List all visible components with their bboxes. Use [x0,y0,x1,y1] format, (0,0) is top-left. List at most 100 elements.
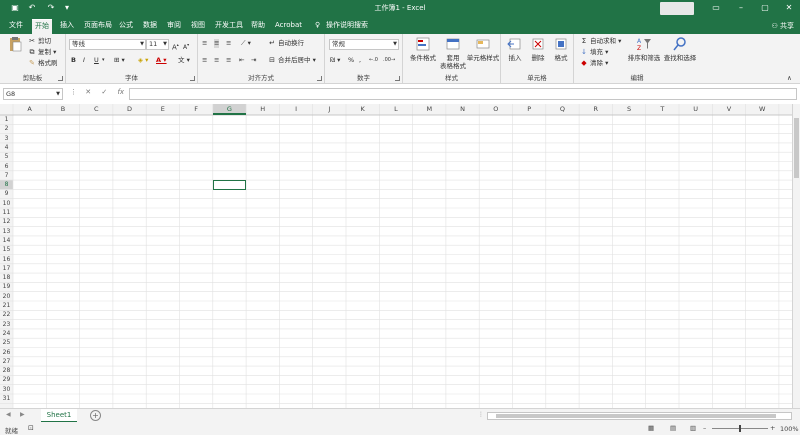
column-header-f[interactable]: F [180,104,213,115]
wrap-text-button[interactable]: ↵ 自动换行 [268,39,304,48]
row-header-31[interactable]: 31 [0,394,13,403]
maximize-icon[interactable]: ▢ [759,2,771,14]
tab-formulas[interactable]: 公式 [116,19,136,34]
decrease-font-icon[interactable]: A▾ [183,40,189,52]
font-size-select[interactable]: 11 ▼ [146,39,169,50]
bold-button[interactable]: B [71,56,76,65]
column-header-r[interactable]: R [579,104,612,115]
row-header-27[interactable]: 27 [0,357,13,366]
row-header-5[interactable]: 5 [0,152,13,161]
zoom-in-icon[interactable]: + [770,424,775,432]
column-header-h[interactable]: H [246,104,279,115]
column-header-e[interactable]: E [146,104,179,115]
sort-filter-button[interactable]: AZ 排序和筛选 [626,36,662,62]
column-header-c[interactable]: C [80,104,113,115]
conditional-formatting-button[interactable]: 条件格式 [405,36,441,62]
font-name-select[interactable]: 等线 ▼ [69,39,146,50]
fill-color-icon[interactable]: ◈ ▾ [138,56,148,65]
delete-cells-button[interactable]: 删除 [528,36,548,62]
minimize-icon[interactable]: – [735,2,747,14]
row-header-21[interactable]: 21 [0,301,13,310]
font-launcher-icon[interactable] [190,76,195,81]
find-select-button[interactable]: 查找和选择 [661,36,699,62]
active-cell[interactable] [212,180,247,191]
row-header-10[interactable]: 10 [0,199,13,208]
ribbon-display-options-icon[interactable]: ▭ [710,2,722,14]
page-layout-view-icon[interactable]: ▤ [670,424,676,432]
format-painter-button[interactable]: ✎ 格式刷 [28,59,57,68]
autosum-button[interactable]: Σ 自动求和 ▾ [580,37,622,46]
macro-record-icon[interactable]: ⊡ [28,424,34,432]
tell-me-icon[interactable]: ♀ [312,19,323,34]
insert-function-icon[interactable]: fx [117,88,124,96]
accounting-icon[interactable]: ₪ ▾ [330,56,340,65]
row-header-17[interactable]: 17 [0,264,13,273]
share-button[interactable]: ⚇ 共享 [771,21,794,31]
collapse-ribbon-icon[interactable]: ∧ [787,74,792,83]
row-header-9[interactable]: 9 [0,189,13,198]
spreadsheet-grid[interactable]: ABCDEFGHIJKLMNOPQRSTUVW 1 2 3 4 5 6 7 8 9 10 11 12 1… [0,104,800,408]
column-header-v[interactable]: V [712,104,745,115]
row-header-26[interactable]: 26 [0,348,13,357]
tab-home[interactable]: 开始 [32,19,52,34]
column-header-k[interactable]: K [346,104,379,115]
underline-dropdown-icon[interactable]: ▾ [102,56,105,65]
row-header-7[interactable]: 7 [0,171,13,180]
column-header-w[interactable]: W [746,104,779,115]
row-header-30[interactable]: 30 [0,385,13,394]
merge-center-button[interactable]: ⊟ 合并后居中 ▾ [268,56,316,65]
align-center-icon[interactable]: ≡ [214,56,219,65]
column-header-n[interactable]: N [446,104,479,115]
page-break-view-icon[interactable]: ▥ [690,424,696,432]
comma-style-icon[interactable]: , [359,56,361,65]
column-header-l[interactable]: L [379,104,412,115]
zoom-slider[interactable] [712,425,768,432]
number-format-select[interactable]: 常规 ▼ [329,39,399,50]
zoom-level[interactable]: 100% [780,425,799,433]
underline-button[interactable]: U [94,56,99,65]
cut-button[interactable]: ✂ 剪切 [28,37,51,46]
column-header-u[interactable]: U [679,104,712,115]
paste-button[interactable] [5,36,25,54]
fill-button[interactable]: ↓ 填充 ▾ [580,48,608,57]
column-header-j[interactable]: J [313,104,346,115]
increase-decimal-icon[interactable]: ←.0 [369,56,378,65]
cancel-icon[interactable]: ✕ [85,88,91,96]
clipboard-launcher-icon[interactable] [58,76,63,81]
row-header-6[interactable]: 6 [0,162,13,171]
row-header-13[interactable]: 13 [0,227,13,236]
cell-styles-button[interactable]: 单元格样式 [466,36,500,62]
vertical-scroll-thumb[interactable] [794,118,799,178]
copy-button[interactable]: ⧉ 复制 ▾ [28,48,57,57]
row-header-25[interactable]: 25 [0,338,13,347]
row-header-24[interactable]: 24 [0,329,13,338]
decrease-indent-icon[interactable]: ⇤ [239,56,244,65]
tab-page-layout[interactable]: 页面布局 [81,19,115,34]
format-as-table-button[interactable]: 套用 表格格式 [438,36,468,70]
account-avatar[interactable] [660,2,694,15]
font-color-icon[interactable]: A ▾ [156,56,167,65]
column-header-t[interactable]: T [646,104,679,115]
column-header-m[interactable]: M [413,104,446,115]
vertical-scrollbar[interactable] [792,104,800,408]
sheet-tab-sheet1[interactable]: Sheet1 [41,409,77,423]
column-header-o[interactable]: O [479,104,512,115]
column-header-p[interactable]: P [513,104,546,115]
row-header-3[interactable]: 3 [0,134,13,143]
decrease-decimal-icon[interactable]: .00→ [383,56,395,65]
close-icon[interactable]: ✕ [783,2,795,14]
align-left-icon[interactable]: ≡ [202,56,207,65]
zoom-out-icon[interactable]: – [703,424,706,432]
tell-me-search[interactable]: 操作说明搜索 [323,19,371,34]
align-middle-icon[interactable]: ≡ [214,39,220,48]
align-bottom-icon[interactable]: ≡ [226,39,231,48]
zoom-slider-thumb[interactable] [739,425,741,432]
column-header-d[interactable]: D [113,104,146,115]
tab-developer[interactable]: 开发工具 [212,19,246,34]
row-header-16[interactable]: 16 [0,255,13,264]
column-header-q[interactable]: Q [546,104,579,115]
tab-insert[interactable]: 插入 [57,19,77,34]
italic-button[interactable]: I [83,56,85,65]
clear-button[interactable]: ◆ 清除 ▾ [580,59,608,68]
column-header-g[interactable]: G [212,104,247,115]
